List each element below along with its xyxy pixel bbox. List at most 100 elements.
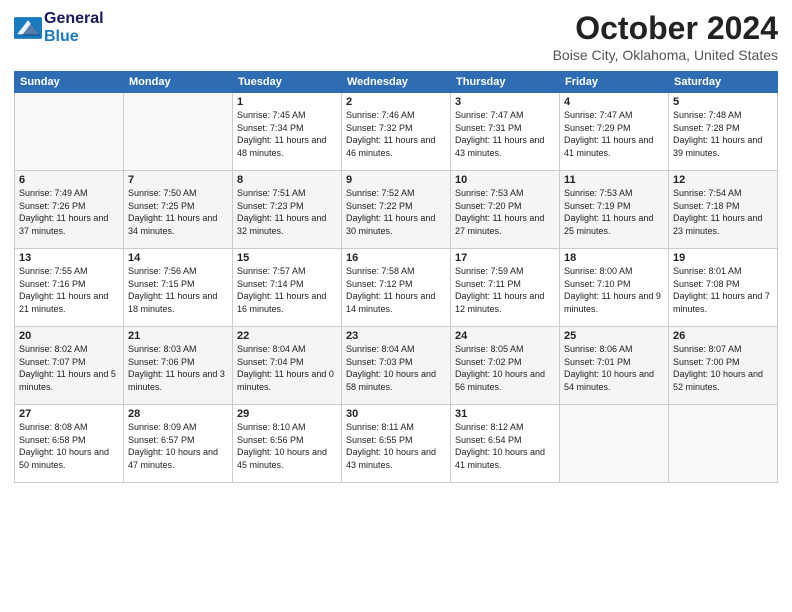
- col-header-wednesday: Wednesday: [342, 72, 451, 93]
- day-detail: Sunrise: 7:54 AM Sunset: 7:18 PM Dayligh…: [673, 187, 773, 237]
- day-cell: 3Sunrise: 7:47 AM Sunset: 7:31 PM Daylig…: [451, 93, 560, 171]
- day-cell: 12Sunrise: 7:54 AM Sunset: 7:18 PM Dayli…: [669, 171, 778, 249]
- logo: General Blue: [14, 10, 104, 46]
- day-detail: Sunrise: 7:48 AM Sunset: 7:28 PM Dayligh…: [673, 109, 773, 159]
- day-cell: 8Sunrise: 7:51 AM Sunset: 7:23 PM Daylig…: [233, 171, 342, 249]
- day-number: 5: [673, 96, 773, 108]
- day-cell: 21Sunrise: 8:03 AM Sunset: 7:06 PM Dayli…: [124, 327, 233, 405]
- day-detail: Sunrise: 8:09 AM Sunset: 6:57 PM Dayligh…: [128, 421, 228, 471]
- day-detail: Sunrise: 8:06 AM Sunset: 7:01 PM Dayligh…: [564, 343, 664, 393]
- day-cell: [669, 405, 778, 483]
- day-cell: 30Sunrise: 8:11 AM Sunset: 6:55 PM Dayli…: [342, 405, 451, 483]
- day-number: 13: [19, 252, 119, 264]
- calendar-body: 1Sunrise: 7:45 AM Sunset: 7:34 PM Daylig…: [15, 93, 778, 483]
- day-detail: Sunrise: 7:51 AM Sunset: 7:23 PM Dayligh…: [237, 187, 337, 237]
- day-number: 1: [237, 96, 337, 108]
- day-cell: 11Sunrise: 7:53 AM Sunset: 7:19 PM Dayli…: [560, 171, 669, 249]
- day-cell: 14Sunrise: 7:56 AM Sunset: 7:15 PM Dayli…: [124, 249, 233, 327]
- day-detail: Sunrise: 8:07 AM Sunset: 7:00 PM Dayligh…: [673, 343, 773, 393]
- day-number: 6: [19, 174, 119, 186]
- day-number: 12: [673, 174, 773, 186]
- day-cell: 26Sunrise: 8:07 AM Sunset: 7:00 PM Dayli…: [669, 327, 778, 405]
- main-title: October 2024: [553, 10, 778, 47]
- day-cell: 31Sunrise: 8:12 AM Sunset: 6:54 PM Dayli…: [451, 405, 560, 483]
- day-detail: Sunrise: 7:56 AM Sunset: 7:15 PM Dayligh…: [128, 265, 228, 315]
- day-cell: 18Sunrise: 8:00 AM Sunset: 7:10 PM Dayli…: [560, 249, 669, 327]
- day-detail: Sunrise: 7:53 AM Sunset: 7:20 PM Dayligh…: [455, 187, 555, 237]
- day-cell: 4Sunrise: 7:47 AM Sunset: 7:29 PM Daylig…: [560, 93, 669, 171]
- day-number: 26: [673, 330, 773, 342]
- day-detail: Sunrise: 7:58 AM Sunset: 7:12 PM Dayligh…: [346, 265, 446, 315]
- col-header-friday: Friday: [560, 72, 669, 93]
- day-detail: Sunrise: 8:01 AM Sunset: 7:08 PM Dayligh…: [673, 265, 773, 315]
- calendar-header-row: SundayMondayTuesdayWednesdayThursdayFrid…: [15, 72, 778, 93]
- day-number: 29: [237, 408, 337, 420]
- day-detail: Sunrise: 8:08 AM Sunset: 6:58 PM Dayligh…: [19, 421, 119, 471]
- day-cell: 23Sunrise: 8:04 AM Sunset: 7:03 PM Dayli…: [342, 327, 451, 405]
- day-number: 15: [237, 252, 337, 264]
- day-number: 2: [346, 96, 446, 108]
- day-detail: Sunrise: 8:04 AM Sunset: 7:03 PM Dayligh…: [346, 343, 446, 393]
- day-number: 11: [564, 174, 664, 186]
- day-cell: [124, 93, 233, 171]
- day-cell: 28Sunrise: 8:09 AM Sunset: 6:57 PM Dayli…: [124, 405, 233, 483]
- day-number: 31: [455, 408, 555, 420]
- day-detail: Sunrise: 7:46 AM Sunset: 7:32 PM Dayligh…: [346, 109, 446, 159]
- day-cell: 10Sunrise: 7:53 AM Sunset: 7:20 PM Dayli…: [451, 171, 560, 249]
- week-row-3: 20Sunrise: 8:02 AM Sunset: 7:07 PM Dayli…: [15, 327, 778, 405]
- title-block: October 2024 Boise City, Oklahoma, Unite…: [553, 10, 778, 63]
- day-number: 27: [19, 408, 119, 420]
- day-cell: 17Sunrise: 7:59 AM Sunset: 7:11 PM Dayli…: [451, 249, 560, 327]
- day-detail: Sunrise: 8:02 AM Sunset: 7:07 PM Dayligh…: [19, 343, 119, 393]
- col-header-saturday: Saturday: [669, 72, 778, 93]
- day-cell: 25Sunrise: 8:06 AM Sunset: 7:01 PM Dayli…: [560, 327, 669, 405]
- day-number: 4: [564, 96, 664, 108]
- day-number: 28: [128, 408, 228, 420]
- day-cell: 2Sunrise: 7:46 AM Sunset: 7:32 PM Daylig…: [342, 93, 451, 171]
- day-number: 22: [237, 330, 337, 342]
- day-cell: 6Sunrise: 7:49 AM Sunset: 7:26 PM Daylig…: [15, 171, 124, 249]
- day-detail: Sunrise: 8:10 AM Sunset: 6:56 PM Dayligh…: [237, 421, 337, 471]
- day-number: 16: [346, 252, 446, 264]
- day-cell: [560, 405, 669, 483]
- day-number: 9: [346, 174, 446, 186]
- day-detail: Sunrise: 7:59 AM Sunset: 7:11 PM Dayligh…: [455, 265, 555, 315]
- day-detail: Sunrise: 7:52 AM Sunset: 7:22 PM Dayligh…: [346, 187, 446, 237]
- col-header-thursday: Thursday: [451, 72, 560, 93]
- col-header-monday: Monday: [124, 72, 233, 93]
- day-detail: Sunrise: 7:45 AM Sunset: 7:34 PM Dayligh…: [237, 109, 337, 159]
- col-header-tuesday: Tuesday: [233, 72, 342, 93]
- day-number: 17: [455, 252, 555, 264]
- day-cell: 13Sunrise: 7:55 AM Sunset: 7:16 PM Dayli…: [15, 249, 124, 327]
- calendar-page: General Blue October 2024 Boise City, Ok…: [0, 0, 792, 612]
- day-number: 18: [564, 252, 664, 264]
- day-number: 21: [128, 330, 228, 342]
- day-number: 7: [128, 174, 228, 186]
- day-cell: 1Sunrise: 7:45 AM Sunset: 7:34 PM Daylig…: [233, 93, 342, 171]
- day-number: 8: [237, 174, 337, 186]
- day-cell: 15Sunrise: 7:57 AM Sunset: 7:14 PM Dayli…: [233, 249, 342, 327]
- day-number: 20: [19, 330, 119, 342]
- logo-text: General Blue: [44, 10, 104, 46]
- day-detail: Sunrise: 7:47 AM Sunset: 7:29 PM Dayligh…: [564, 109, 664, 159]
- day-detail: Sunrise: 8:03 AM Sunset: 7:06 PM Dayligh…: [128, 343, 228, 393]
- week-row-2: 13Sunrise: 7:55 AM Sunset: 7:16 PM Dayli…: [15, 249, 778, 327]
- day-detail: Sunrise: 8:05 AM Sunset: 7:02 PM Dayligh…: [455, 343, 555, 393]
- week-row-1: 6Sunrise: 7:49 AM Sunset: 7:26 PM Daylig…: [15, 171, 778, 249]
- day-cell: 20Sunrise: 8:02 AM Sunset: 7:07 PM Dayli…: [15, 327, 124, 405]
- week-row-4: 27Sunrise: 8:08 AM Sunset: 6:58 PM Dayli…: [15, 405, 778, 483]
- day-number: 23: [346, 330, 446, 342]
- day-number: 25: [564, 330, 664, 342]
- day-cell: 16Sunrise: 7:58 AM Sunset: 7:12 PM Dayli…: [342, 249, 451, 327]
- day-cell: 19Sunrise: 8:01 AM Sunset: 7:08 PM Dayli…: [669, 249, 778, 327]
- day-cell: 7Sunrise: 7:50 AM Sunset: 7:25 PM Daylig…: [124, 171, 233, 249]
- day-detail: Sunrise: 8:12 AM Sunset: 6:54 PM Dayligh…: [455, 421, 555, 471]
- day-cell: 27Sunrise: 8:08 AM Sunset: 6:58 PM Dayli…: [15, 405, 124, 483]
- calendar-table: SundayMondayTuesdayWednesdayThursdayFrid…: [14, 71, 778, 483]
- logo-icon: [14, 17, 42, 39]
- day-detail: Sunrise: 7:50 AM Sunset: 7:25 PM Dayligh…: [128, 187, 228, 237]
- day-detail: Sunrise: 8:04 AM Sunset: 7:04 PM Dayligh…: [237, 343, 337, 393]
- day-number: 19: [673, 252, 773, 264]
- day-cell: [15, 93, 124, 171]
- day-cell: 22Sunrise: 8:04 AM Sunset: 7:04 PM Dayli…: [233, 327, 342, 405]
